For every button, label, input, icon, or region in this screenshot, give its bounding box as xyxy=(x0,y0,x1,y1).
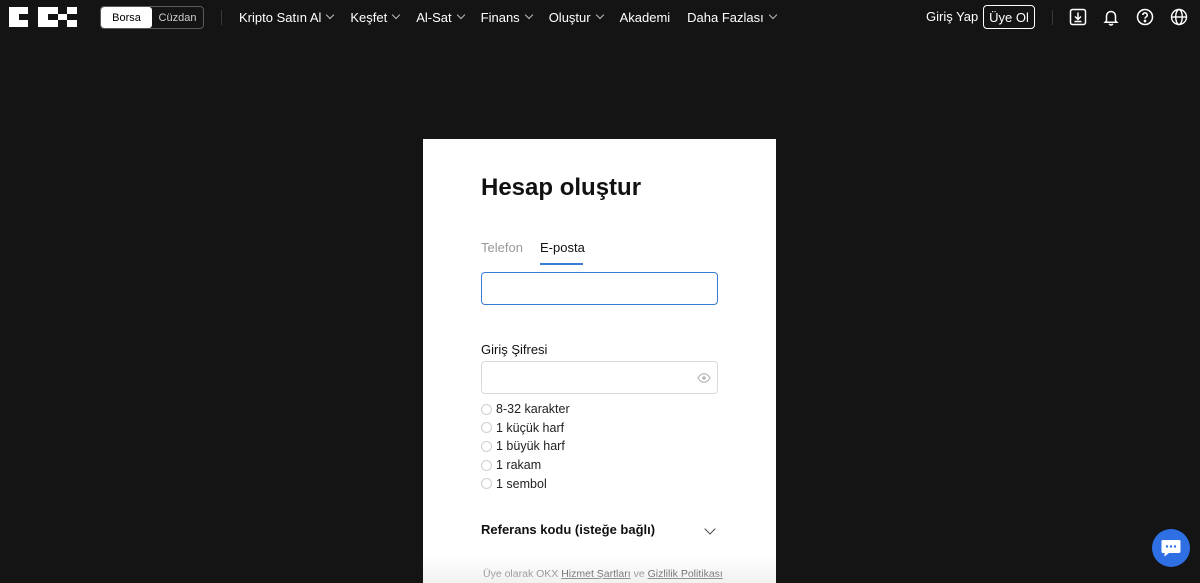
page-title: Hesap oluştur xyxy=(481,174,642,201)
download-icon[interactable] xyxy=(1068,7,1088,27)
password-input[interactable] xyxy=(482,362,682,393)
signup-card: Hesap oluştur Telefon E-posta Giriş Şifr… xyxy=(423,139,776,583)
globe-icon[interactable] xyxy=(1169,7,1189,27)
password-field xyxy=(481,361,718,394)
nav-finans[interactable]: Finans xyxy=(481,10,533,25)
chevron-down-icon xyxy=(392,10,401,20)
segment-borsa[interactable]: Borsa xyxy=(101,7,152,28)
privacy-policy-link[interactable]: Gizlilik Politikası xyxy=(648,568,723,580)
list-item: 1 büyük harf xyxy=(481,437,570,456)
circle-icon xyxy=(481,440,492,452)
chevron-down-icon xyxy=(768,10,778,20)
main-nav: Kripto Satın Al Keşfet Al-Sat Finans Olu… xyxy=(239,0,793,34)
nav-daha-fazlasi[interactable]: Daha Fazlası xyxy=(687,10,778,25)
help-icon[interactable] xyxy=(1135,7,1155,27)
login-link[interactable]: Giriş Yap xyxy=(926,9,978,24)
borsa-cuzdan-switch: Borsa Cüzdan xyxy=(100,6,204,29)
terms-of-service-link[interactable]: Hizmet Şartları xyxy=(561,568,630,580)
chevron-down-icon xyxy=(524,10,533,20)
nav-akademi[interactable]: Akademi xyxy=(620,10,671,25)
signup-button[interactable]: Üye Ol xyxy=(983,5,1035,29)
referral-code-toggle[interactable]: Referans kodu (isteğe bağlı) xyxy=(481,522,655,537)
password-rules: 8-32 karakter 1 küçük harf 1 büyük harf … xyxy=(481,400,570,493)
list-item: 8-32 karakter xyxy=(481,400,570,419)
circle-icon xyxy=(481,422,492,434)
nav-al-sat[interactable]: Al-Sat xyxy=(416,10,465,25)
list-item: 1 sembol xyxy=(481,474,570,493)
tab-phone[interactable]: Telefon xyxy=(481,240,523,255)
divider xyxy=(1052,10,1053,25)
chevron-down-icon xyxy=(456,10,465,20)
divider xyxy=(221,10,222,25)
list-item: 1 küçük harf xyxy=(481,419,570,438)
tab-email[interactable]: E-posta xyxy=(540,240,585,255)
active-tab-indicator xyxy=(540,263,583,265)
email-input[interactable] xyxy=(481,272,718,305)
circle-icon xyxy=(481,459,492,471)
list-item: 1 rakam xyxy=(481,456,570,475)
chat-support-button[interactable] xyxy=(1152,529,1190,567)
eye-icon[interactable] xyxy=(697,372,711,384)
nav-olustur[interactable]: Oluştur xyxy=(549,10,604,25)
circle-icon xyxy=(481,478,492,490)
top-navigation-bar: Borsa Cüzdan Kripto Satın Al Keşfet Al-S… xyxy=(0,0,1200,34)
circle-icon xyxy=(481,403,492,415)
chevron-down-icon[interactable] xyxy=(704,523,716,535)
nav-kripto-satin-al[interactable]: Kripto Satın Al xyxy=(239,10,335,25)
nav-kesfet[interactable]: Keşfet xyxy=(350,10,401,25)
segment-cuzdan[interactable]: Cüzdan xyxy=(152,7,203,28)
chevron-down-icon xyxy=(595,10,604,20)
bell-icon[interactable] xyxy=(1101,7,1121,27)
okx-logo[interactable] xyxy=(9,7,77,27)
chat-icon xyxy=(1161,540,1181,557)
password-label: Giriş Şifresi xyxy=(481,342,548,357)
chevron-down-icon xyxy=(326,10,335,20)
terms-notice: Üye olarak OKX Hizmet Şartları ve Gizlil… xyxy=(483,568,723,580)
